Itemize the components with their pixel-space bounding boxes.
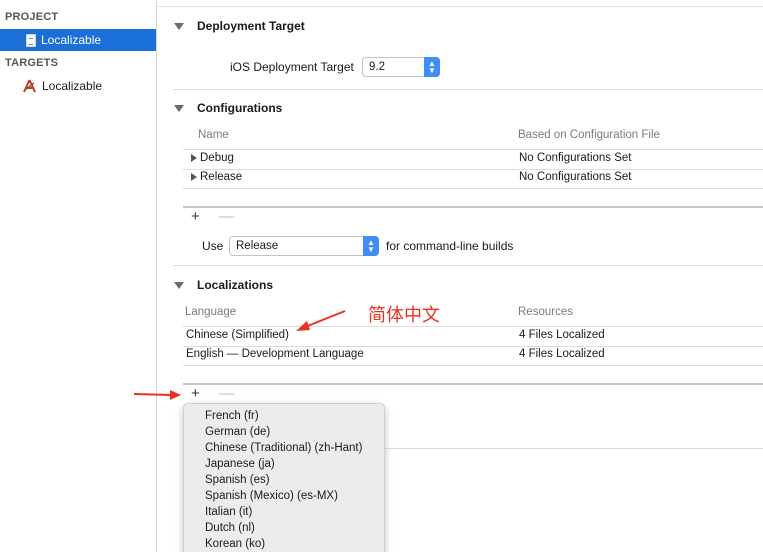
menu-item-spanish[interactable]: Spanish (es) (205, 474, 270, 486)
arrow-to-chinese-icon (296, 310, 346, 331)
menu-item-german[interactable]: German (de) (205, 426, 270, 438)
menu-item-korean[interactable]: Korean (ko) (205, 538, 265, 550)
menu-item-italian[interactable]: Italian (it) (205, 506, 252, 518)
menu-item-chinese-traditional[interactable]: Chinese (Traditional) (zh-Hant) (205, 442, 362, 454)
menu-item-french[interactable]: French (fr) (205, 410, 259, 422)
menu-item-japanese[interactable]: Japanese (ja) (205, 458, 275, 470)
annotation-label: 简体中文 (368, 305, 440, 326)
menu-item-dutch[interactable]: Dutch (nl) (205, 522, 255, 534)
menu-item-spanish-mexico[interactable]: Spanish (Mexico) (es-MX) (205, 490, 338, 502)
add-language-menu: French (fr) German (de) Chinese (Traditi… (183, 403, 385, 552)
arrow-to-add-icon (133, 390, 181, 400)
